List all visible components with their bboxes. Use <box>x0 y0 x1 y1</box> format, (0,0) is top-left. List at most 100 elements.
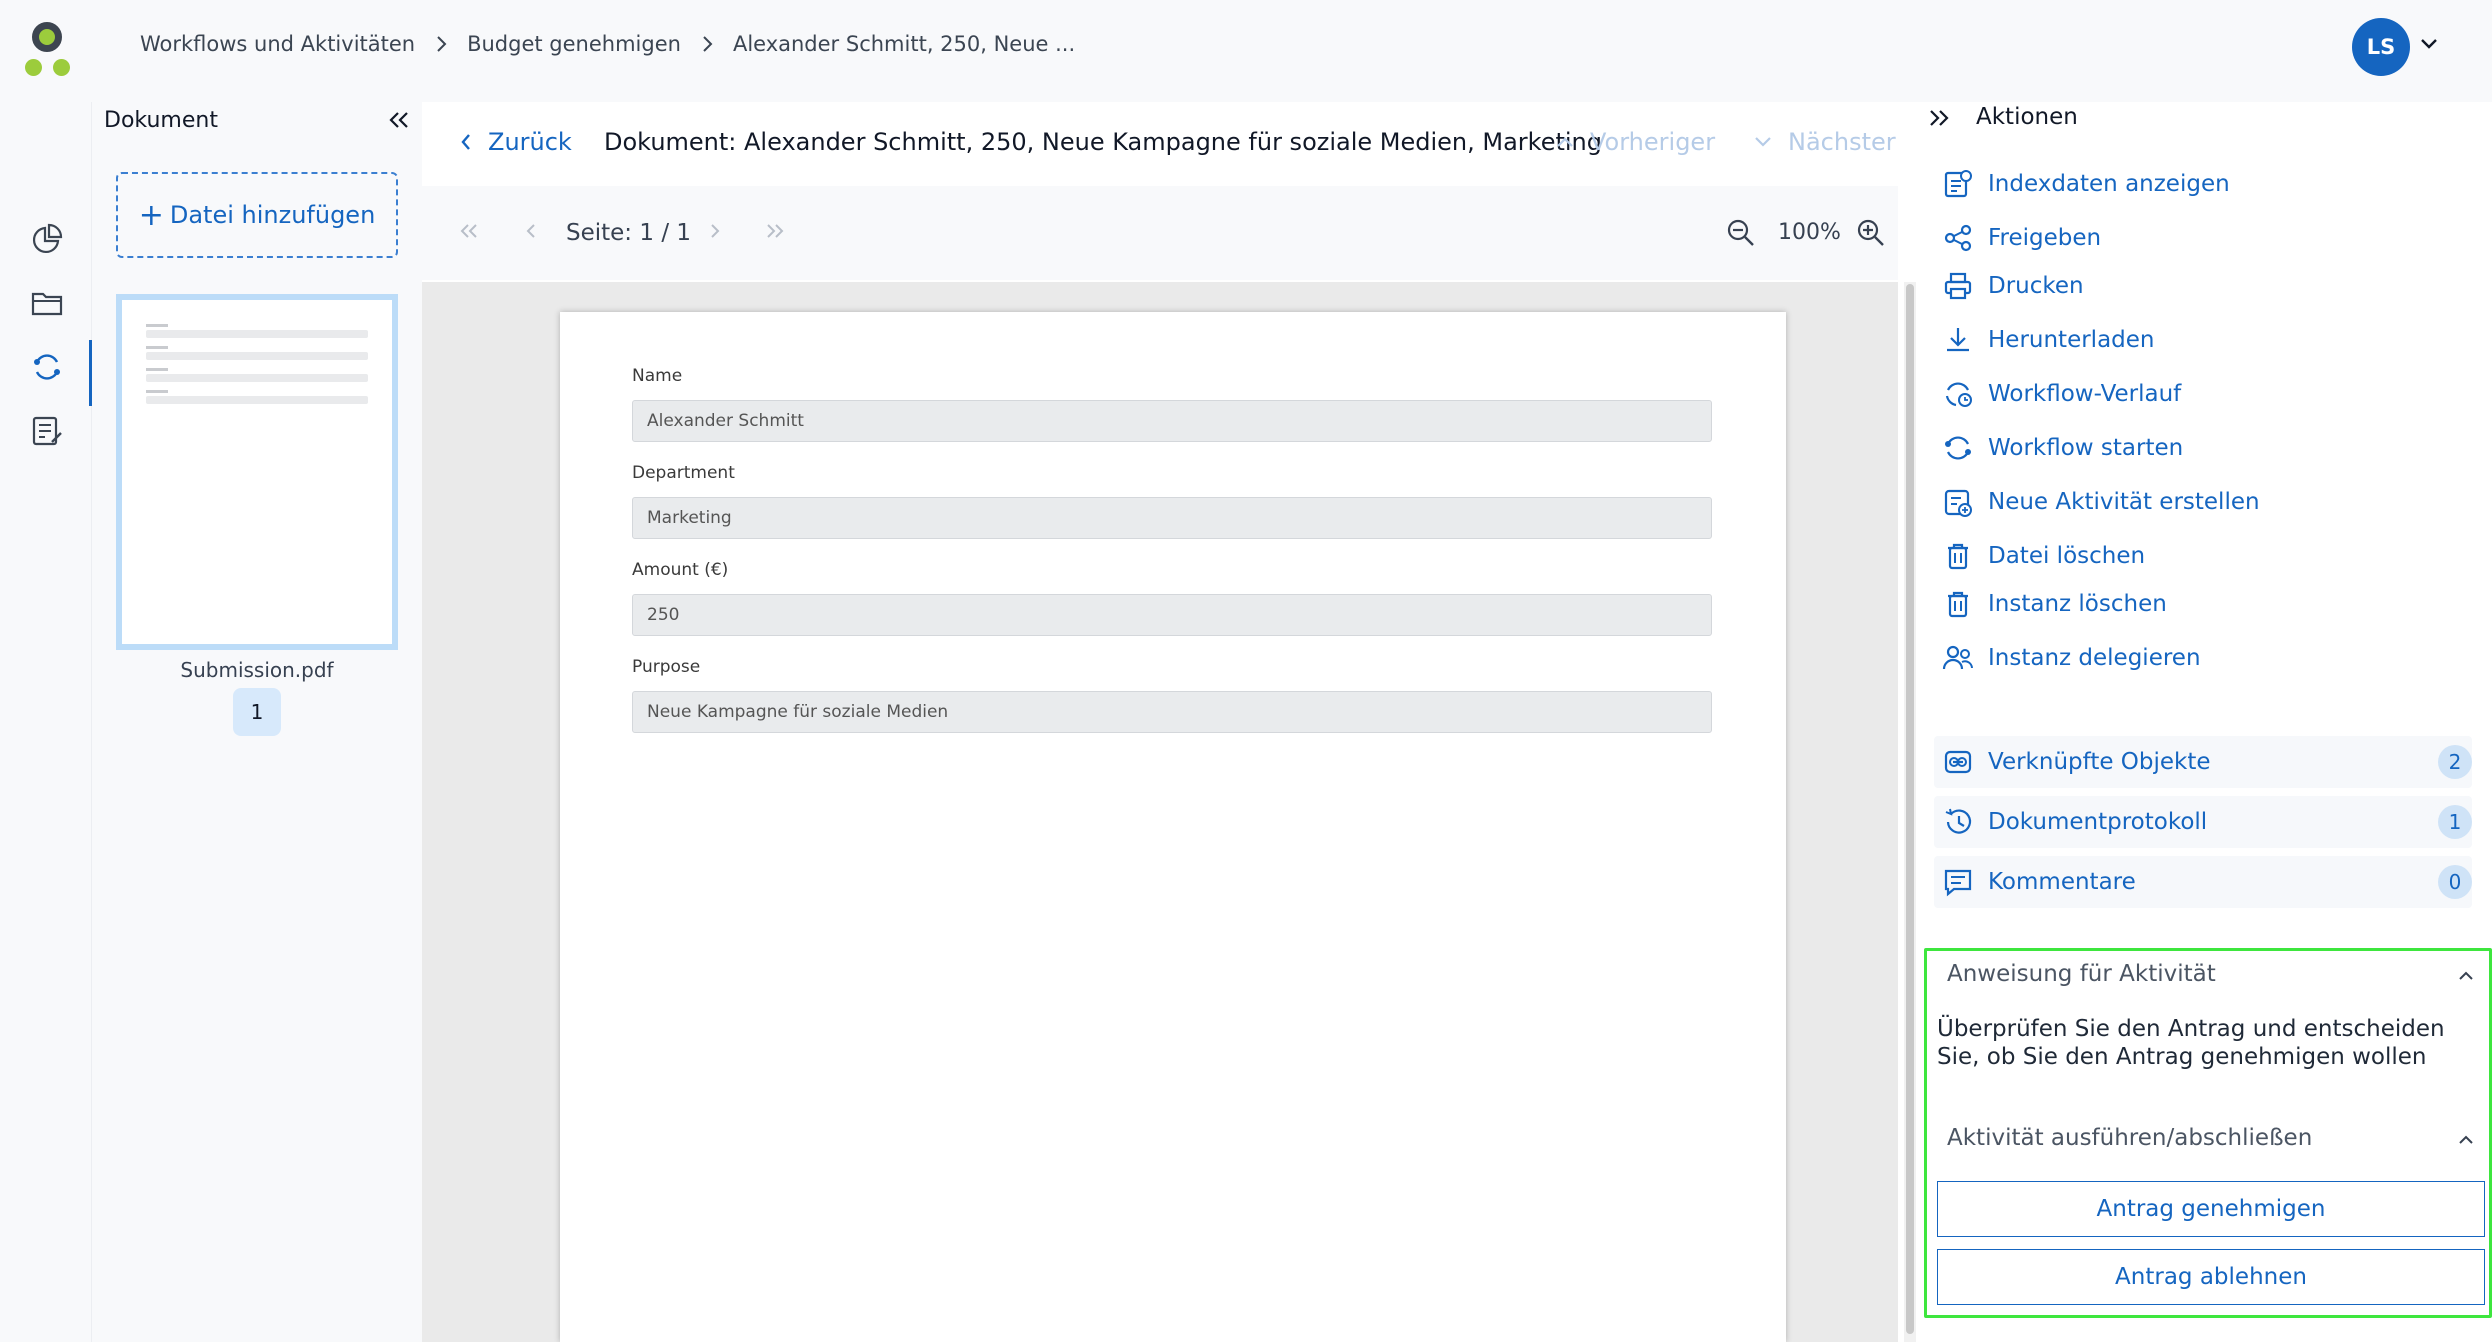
chevron-right-icon <box>701 35 713 53</box>
page-number-badge[interactable]: 1 <box>233 688 281 736</box>
field-label-name: Name <box>632 366 683 386</box>
action-label: Indexdaten anzeigen <box>1988 171 2230 197</box>
document-panel: Dokument + Datei hinzufügen Submission.p… <box>92 102 422 1342</box>
chevron-up-icon <box>1557 137 1573 147</box>
chevron-left-icon <box>461 134 470 150</box>
collapse-left-icon[interactable] <box>388 110 410 130</box>
action-delegate-instance[interactable]: Instanz delegieren <box>1942 642 2201 674</box>
chevron-up-icon[interactable] <box>2457 1133 2475 1145</box>
dashboard-icon[interactable] <box>30 222 64 256</box>
file-name: Submission.pdf <box>180 658 334 682</box>
zoom-level: 100% <box>1778 220 1841 245</box>
next-page-icon[interactable] <box>708 222 722 240</box>
add-file-button[interactable]: + Datei hinzufügen <box>116 172 398 258</box>
action-delete-file[interactable]: Datei löschen <box>1942 540 2145 572</box>
top-bar: Workflows und Aktivitäten Budget genehmi… <box>0 0 2492 102</box>
instruction-text: Überprüfen Sie den Antrag und entscheide… <box>1937 1016 2445 1070</box>
action-print[interactable]: Drucken <box>1942 270 2084 302</box>
folder-icon[interactable] <box>30 286 64 320</box>
action-label: Workflow-Verlauf <box>1988 381 2182 407</box>
field-label-department: Department <box>632 463 735 483</box>
chevron-down-icon <box>1755 137 1771 147</box>
action-delete-instance[interactable]: Instanz löschen <box>1942 588 2167 620</box>
document-thumbnail[interactable] <box>116 294 398 650</box>
first-page-icon[interactable] <box>458 222 480 240</box>
count-badge: 1 <box>2438 805 2472 839</box>
field-value-name: Alexander Schmitt <box>632 400 1712 442</box>
action-label: Freigeben <box>1988 225 2102 251</box>
comments[interactable]: Kommentare 0 <box>1934 856 2472 908</box>
activity-instruction-panel: Anweisung für Aktivität Überprüfen Sie d… <box>1924 948 2492 1318</box>
document-log[interactable]: Dokumentprotokoll 1 <box>1934 796 2472 848</box>
action-label: Drucken <box>1988 273 2084 299</box>
action-label: Neue Aktivität erstellen <box>1988 489 2260 515</box>
field-label-purpose: Purpose <box>632 657 701 677</box>
execute-heading[interactable]: Aktivität ausführen/abschließen <box>1947 1125 2312 1151</box>
approve-request-button[interactable]: Antrag genehmigen <box>1937 1181 2485 1237</box>
linked-objects[interactable]: Verknüpfte Objekte 2 <box>1934 736 2472 788</box>
action-label: Instanz delegieren <box>1988 645 2201 671</box>
history-icon <box>1945 808 1972 834</box>
instruction-heading[interactable]: Anweisung für Aktivität <box>1947 961 2216 987</box>
chevron-down-icon[interactable] <box>2420 36 2438 50</box>
linked-label: Dokumentprotokoll <box>1988 809 2208 835</box>
plus-icon: + <box>138 197 164 233</box>
chevron-right-icon <box>435 35 447 53</box>
trash-icon <box>1948 543 1968 570</box>
action-workflow-history[interactable]: Workflow-Verlauf <box>1942 378 2181 410</box>
next-button[interactable]: Nächster <box>1754 128 1896 156</box>
breadcrumb-item-budget[interactable]: Budget genehmigen <box>467 32 681 56</box>
print-icon <box>1944 272 1972 300</box>
breadcrumb-item-workflows[interactable]: Workflows und Aktivitäten <box>140 32 415 56</box>
viewer-scrollbar[interactable] <box>1904 282 1916 1342</box>
user-avatar[interactable]: LS <box>2352 18 2410 76</box>
trash-icon <box>1948 591 1968 618</box>
chevron-up-icon[interactable] <box>2457 969 2475 981</box>
field-value-purpose: Neue Kampagne für soziale Medien <box>632 691 1712 733</box>
action-label: Datei löschen <box>1988 543 2146 569</box>
download-icon <box>1947 328 1969 352</box>
action-index-data[interactable]: Indexdaten anzeigen <box>1942 168 2230 200</box>
new-activity-icon <box>1944 489 1972 517</box>
action-new-activity[interactable]: Neue Aktivität erstellen <box>1942 486 2260 518</box>
nav-rail <box>0 102 92 1342</box>
task-list-icon[interactable] <box>30 414 64 448</box>
count-badge: 2 <box>2438 745 2472 779</box>
workflow-start-icon <box>1945 436 1971 460</box>
action-label: Workflow starten <box>1988 435 2184 461</box>
share-icon <box>1944 224 1972 252</box>
previous-page-icon[interactable] <box>524 222 538 240</box>
field-value-department: Marketing <box>632 497 1712 539</box>
zoom-in-icon[interactable] <box>1856 218 1886 248</box>
collapse-right-icon[interactable] <box>1928 108 1950 128</box>
count-badge: 0 <box>2438 865 2472 899</box>
previous-label: Vorheriger <box>1590 128 1716 156</box>
actions-title: Aktionen <box>1976 104 2078 130</box>
action-workflow-start[interactable]: Workflow starten <box>1942 432 2183 464</box>
delegate-icon <box>1942 645 1973 670</box>
workflow-icon[interactable] <box>30 350 64 384</box>
last-page-icon[interactable] <box>764 222 786 240</box>
breadcrumb: Workflows und Aktivitäten Budget genehmi… <box>140 32 1075 56</box>
linked-label: Verknüpfte Objekte <box>1988 749 2211 775</box>
document-panel-title: Dokument <box>104 108 218 133</box>
action-label: Herunterladen <box>1988 327 2155 353</box>
back-link[interactable]: Zurück <box>460 128 572 156</box>
action-download[interactable]: Herunterladen <box>1942 324 2155 356</box>
add-file-label: Datei hinzufügen <box>169 201 376 229</box>
linked-label: Kommentare <box>1988 869 2136 895</box>
reject-request-button[interactable]: Antrag ablehnen <box>1937 1249 2485 1305</box>
action-label: Instanz löschen <box>1988 591 2167 617</box>
field-label-amount: Amount (€) <box>632 560 729 580</box>
previous-button[interactable]: Vorheriger <box>1556 128 1715 156</box>
action-share[interactable]: Freigeben <box>1942 222 2101 254</box>
next-label: Nächster <box>1788 128 1896 156</box>
zoom-out-icon[interactable] <box>1726 218 1756 248</box>
comment-icon <box>1944 869 1972 897</box>
workflow-history-icon <box>1945 382 1972 407</box>
link-icon <box>1944 750 1972 774</box>
document-title: Dokument: Alexander Schmitt, 250, Neue K… <box>604 128 1603 156</box>
index-data-icon <box>1944 170 1972 198</box>
page-indicator: Seite: 1 / 1 <box>566 220 692 246</box>
app-logo[interactable] <box>22 22 74 78</box>
